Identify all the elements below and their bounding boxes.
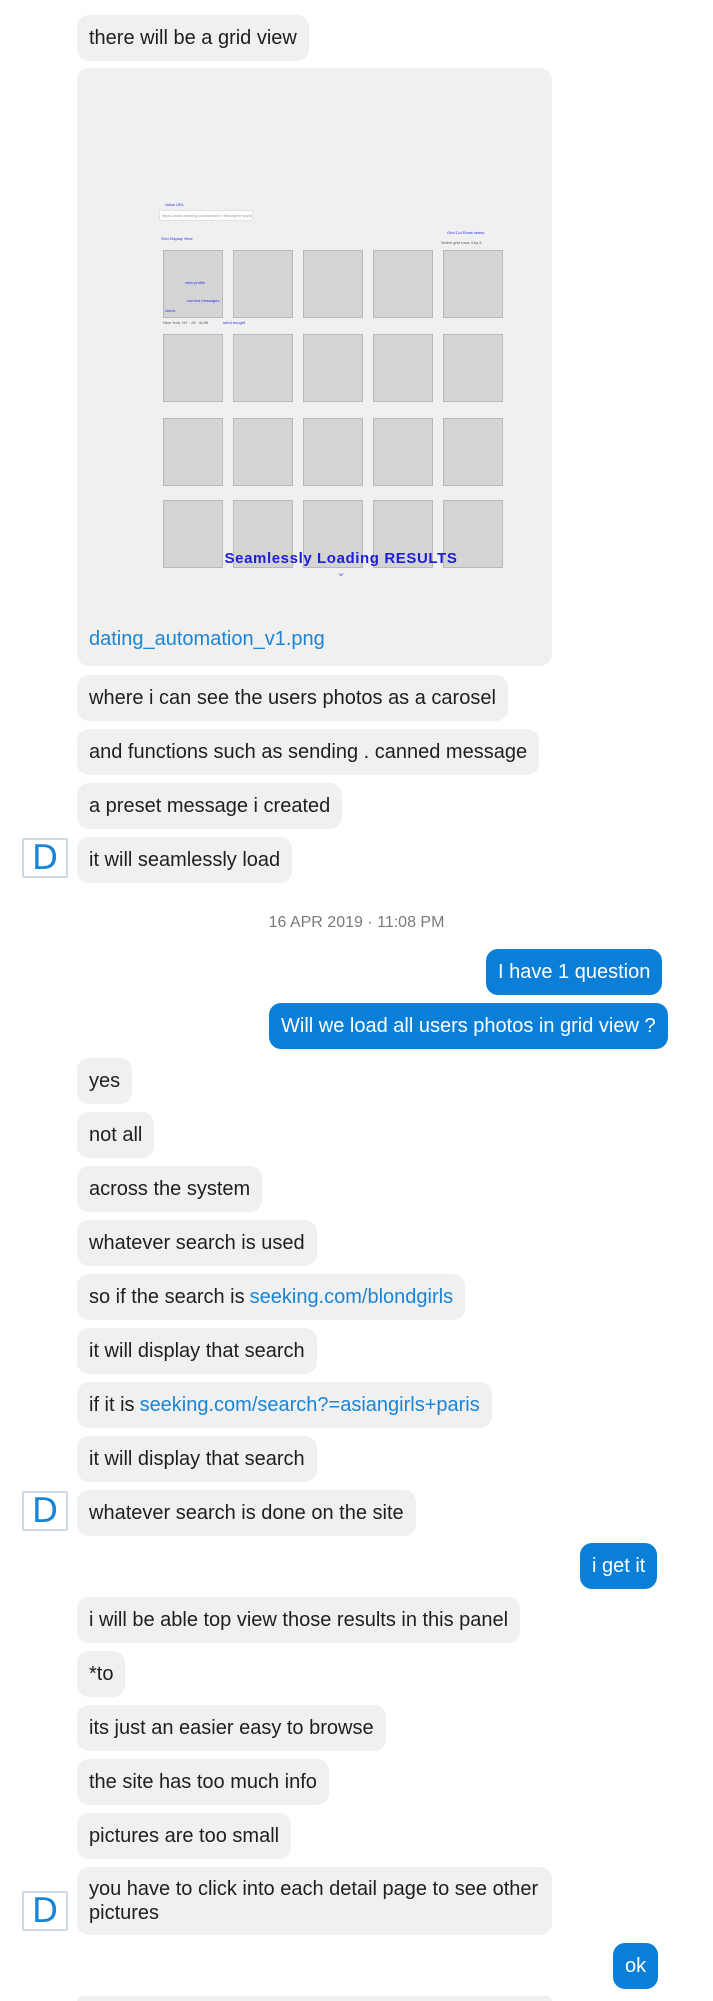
avatar[interactable]: D xyxy=(22,1891,68,1931)
grid-thumbnail xyxy=(373,334,433,402)
message-bubble-outgoing: ok xyxy=(613,1943,659,1989)
timestamp: 16 APR 2019 · 11:08 PM xyxy=(268,914,445,931)
grid-rows-select: Select grid rows 4 by 5 xyxy=(441,240,482,245)
message-bubble: where i can see the users photos as a ca… xyxy=(77,675,508,721)
grid-thumbnail xyxy=(233,418,293,486)
grid-thumbnail xyxy=(163,334,223,402)
message-bubble: yes xyxy=(77,1058,133,1104)
message-bubble: whatever search is used xyxy=(77,1220,317,1266)
message-bubble: so if the search is seeking.com/blondgir… xyxy=(77,1274,466,1320)
message-bubble: the site has too much info xyxy=(77,1759,329,1805)
attachment-filename-link[interactable]: dating_automation_v1.png xyxy=(89,628,325,651)
message-bubble: there will be a grid view xyxy=(77,15,309,61)
message-text: *to xyxy=(89,1663,114,1685)
grid-thumbnail xyxy=(303,418,363,486)
message-bubble: and functions such as sending . canned m… xyxy=(77,729,540,775)
message-bubble: it will seamlessly load xyxy=(77,837,293,883)
message-text: pictures are too small xyxy=(89,1825,280,1847)
message-text: not all xyxy=(89,1124,143,1146)
message-bubble: a preset message i created xyxy=(77,783,343,829)
grid-thumbnail xyxy=(443,418,503,486)
message-bubble: if it is seeking.com/search?=asiangirls+… xyxy=(77,1382,492,1428)
message-text: you have to click into each detail page … xyxy=(89,1878,539,1924)
grid-thumbnail xyxy=(233,250,293,318)
attachment-preview: Value URL https://www.seeking.com/search… xyxy=(151,126,531,626)
message-bubble: its just an easier easy to browse xyxy=(77,1705,386,1751)
message-text: ok xyxy=(625,1955,647,1977)
message-text: across the system xyxy=(89,1178,251,1200)
url-input-mock: https://www.seeking.com/search?=blondgir… xyxy=(159,210,253,221)
grid-thumbnail xyxy=(373,418,433,486)
message-bubble: pictures are too small xyxy=(77,1813,292,1859)
message-bubble-outgoing: i get it xyxy=(580,1543,658,1589)
grid-rows-label: Grid Col Rows select xyxy=(447,230,485,235)
chevron-down-icon: ⌄ xyxy=(336,567,346,579)
message-bubble-outgoing: Will we load all users photos in grid vi… xyxy=(269,1003,668,1049)
message-bubble: you have to click into each detail page … xyxy=(77,1867,552,1935)
message-text: and functions such as sending . canned m… xyxy=(89,741,528,763)
message-bubble: whatever search is done on the site xyxy=(77,1490,416,1536)
grid-thumbnail xyxy=(303,334,363,402)
avatar-letter: D xyxy=(31,1491,59,1531)
message-bubble-partial xyxy=(77,1996,552,2001)
message-bubble: not all xyxy=(77,1112,155,1158)
message-text: where i can see the users photos as a ca… xyxy=(89,687,496,709)
message-text: its just an easier easy to browse xyxy=(89,1717,374,1739)
message-bubble: i will be able top view those results in… xyxy=(77,1597,521,1643)
message-text: the site has too much info xyxy=(89,1771,317,1793)
location-label: New York, NY · 26 · 5L6ft xyxy=(163,320,209,325)
grid-thumbnail xyxy=(443,334,503,402)
message-link[interactable]: seeking.com/blondgirls xyxy=(250,1285,453,1309)
message-text: it will display that search xyxy=(89,1448,305,1470)
avatar[interactable]: D xyxy=(22,1491,68,1531)
message-bubble: *to xyxy=(77,1651,126,1697)
mock-title: Seamlessly Loading RESULTS xyxy=(224,550,458,567)
message-text: it will seamlessly load xyxy=(89,849,281,871)
avatar-letter: D xyxy=(31,1891,59,1931)
message-text: Will we load all users photos in grid vi… xyxy=(281,1015,656,1037)
message-text: whatever search is done on the site xyxy=(89,1502,404,1524)
avatar-letter: D xyxy=(31,838,59,878)
message-text: if it is xyxy=(89,1394,135,1416)
grid-thumbnail xyxy=(303,250,363,318)
send-label: send bought xyxy=(223,320,246,325)
message-text: i will be able top view those results in… xyxy=(89,1609,509,1631)
message-text: whatever search is used xyxy=(89,1232,305,1254)
message-bubble: it will display that search xyxy=(77,1436,317,1482)
message-text: I have 1 question xyxy=(498,961,651,983)
avatar[interactable]: D xyxy=(22,838,68,878)
grid-display-label: Grid Display View xyxy=(161,236,193,241)
check-label: check xyxy=(165,308,176,313)
grid-thumbnail xyxy=(373,250,433,318)
message-text: a preset message i created xyxy=(89,795,331,817)
message-text: i get it xyxy=(592,1555,646,1577)
message-link[interactable]: seeking.com/search?=asiangirls+paris xyxy=(140,1393,480,1417)
message-bubble-outgoing: I have 1 question xyxy=(486,949,663,995)
grid-thumbnail xyxy=(163,418,223,486)
message-text: it will display that search xyxy=(89,1340,305,1362)
message-bubble: it will display that search xyxy=(77,1328,317,1374)
grid-thumbnail xyxy=(443,250,503,318)
image-attachment[interactable]: Value URL https://www.seeking.com/search… xyxy=(77,68,552,666)
message-text: yes xyxy=(89,1070,121,1092)
grid-thumbnail xyxy=(233,334,293,402)
view-profile-label: view profile xyxy=(185,280,206,285)
url-input-text: https://www.seeking.com/search?=blondgir… xyxy=(162,213,252,218)
value-url-label: Value URL xyxy=(165,202,185,207)
message-bubble: across the system xyxy=(77,1166,263,1212)
message-text: there will be a grid view xyxy=(89,27,297,49)
message-text: so if the search is xyxy=(89,1286,245,1308)
canned-label: canned messages xyxy=(187,298,220,303)
